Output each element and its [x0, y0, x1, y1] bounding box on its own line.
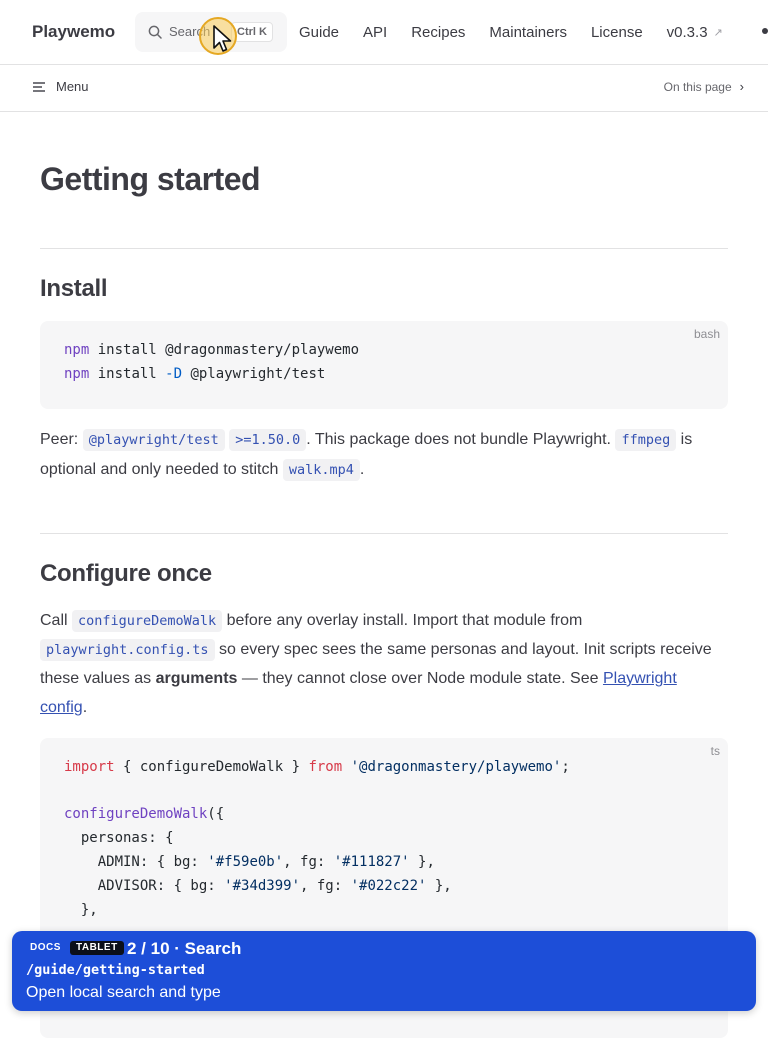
- on-this-page-label: On this page: [663, 79, 732, 94]
- search-icon: [148, 25, 162, 39]
- code-line: ADVISOR: { bg: '#34d399', fg: '#022c22' …: [64, 878, 452, 894]
- docs-badge: DOCS: [26, 941, 65, 955]
- peer-paragraph: Peer: @playwright/test >=1.50.0. This pa…: [40, 425, 728, 485]
- top-nav: Playwemo Search Ctrl K Guide API Recipes…: [0, 0, 768, 65]
- code-line: configureDemoWalk({: [64, 806, 225, 822]
- heading-configure-once: Configure once: [40, 560, 212, 587]
- brand-logo[interactable]: Playwemo: [32, 22, 115, 42]
- menu-button[interactable]: Menu: [32, 79, 89, 94]
- code-line: ADMIN: { bg: '#f59e0b', fg: '#111827' },: [64, 854, 435, 870]
- code-line: import { configureDemoWalk } from '@drag…: [64, 759, 570, 775]
- code-lang-label: bash: [693, 327, 720, 341]
- inline-code: walk.mp4: [282, 459, 360, 481]
- inline-code: configureDemoWalk: [72, 610, 223, 632]
- demo-step-banner: DOCS TABLET 2 / 10 · Search /guide/getti…: [12, 931, 756, 1011]
- chevron-right-icon: ›: [739, 79, 744, 94]
- inline-code: ffmpeg: [615, 429, 677, 451]
- tablet-badge: TABLET: [70, 941, 124, 955]
- mouse-cursor-icon: [213, 25, 232, 52]
- section-divider: [40, 533, 728, 534]
- section-divider: [40, 248, 728, 249]
- step-indicator: 2 / 10 · Search: [127, 939, 242, 958]
- step-hint: Open local search and type: [26, 984, 221, 1001]
- inline-code: @playwright/test: [82, 429, 225, 451]
- code-lang-label: ts: [710, 744, 720, 758]
- menu-label: Menu: [56, 79, 89, 94]
- route-path: /guide/getting-started: [26, 962, 205, 978]
- bold-text: arguments: [155, 670, 238, 687]
- nav-link-version[interactable]: v0.3.3: [667, 24, 708, 41]
- nav-links: Guide API Recipes Maintainers License v0…: [299, 0, 747, 64]
- heading-install: Install: [40, 275, 108, 302]
- inline-code: >=1.50.0: [229, 429, 307, 451]
- nav-link-maintainers[interactable]: Maintainers: [489, 24, 567, 41]
- code-line: npm install -D @playwright/test: [64, 366, 326, 382]
- configure-paragraph: Call configureDemoWalk before any overla…: [40, 610, 712, 716]
- nav-link-license[interactable]: License: [591, 24, 643, 41]
- nav-link-guide[interactable]: Guide: [299, 24, 339, 41]
- local-nav: Menu On this page ›: [0, 65, 768, 112]
- code-block-install[interactable]: bash npm install @dragonmastery/playwemo…: [40, 321, 728, 409]
- code-line: },: [64, 902, 98, 918]
- nav-link-api[interactable]: API: [363, 24, 387, 41]
- code-line: npm install @dragonmastery/playwemo: [64, 342, 360, 358]
- more-menu-icon[interactable]: [762, 28, 768, 34]
- inline-code: playwright.config.ts: [40, 639, 215, 661]
- hamburger-icon: [33, 81, 45, 92]
- external-link-icon: ↗: [713, 26, 723, 39]
- page-title: Getting started: [40, 161, 261, 197]
- code-line: personas: {: [64, 830, 174, 846]
- nav-link-recipes[interactable]: Recipes: [411, 24, 465, 41]
- search-shortcut-badge: Ctrl K: [231, 22, 273, 42]
- on-this-page-button[interactable]: On this page ›: [664, 79, 744, 94]
